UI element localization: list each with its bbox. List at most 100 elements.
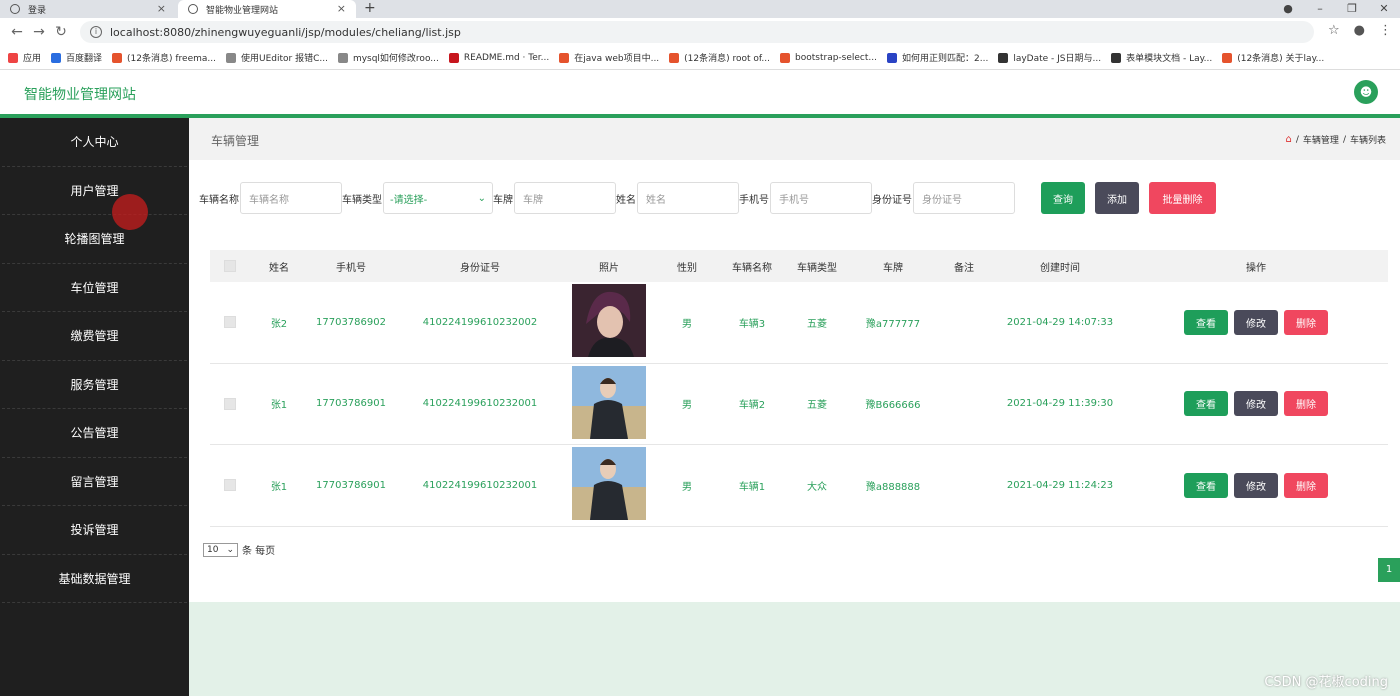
vehicle-name-label: 车辆名称 bbox=[199, 194, 239, 206]
bookmark-item[interactable]: 应用 bbox=[8, 51, 41, 64]
batch-delete-button[interactable]: 批量删除 bbox=[1149, 182, 1216, 214]
bookmark-item[interactable]: README.md · Ter... bbox=[448, 52, 550, 63]
restore-icon[interactable]: ❐ bbox=[1336, 0, 1368, 18]
sidebar-item[interactable]: 留言管理 bbox=[2, 458, 187, 506]
bookmark-item[interactable]: 百度翻译 bbox=[51, 51, 102, 64]
view-button[interactable]: 查看 bbox=[1184, 472, 1228, 498]
window-controls: ● – ❐ ✕ bbox=[1272, 0, 1400, 18]
forward-icon[interactable]: → bbox=[28, 24, 50, 40]
window-close-icon[interactable]: ✕ bbox=[1368, 0, 1400, 18]
new-tab-icon[interactable]: + bbox=[364, 0, 376, 16]
bookmark-item[interactable]: bootstrap-select... bbox=[780, 52, 877, 63]
sidebar-item[interactable]: 服务管理 bbox=[2, 361, 187, 409]
bookmark-label: README.md · Ter... bbox=[463, 52, 550, 63]
vehicle-table: 姓名 手机号 身份证号 照片 性别 车辆名称 车辆类型 车牌 备注 创建时间 操作 张2 177037… bbox=[210, 250, 1388, 527]
view-button[interactable]: 查看 bbox=[1184, 309, 1228, 335]
tab-site[interactable]: 智能物业管理网站 × bbox=[178, 0, 356, 18]
idcard-input[interactable]: 身份证号 bbox=[913, 182, 1015, 214]
table-row: 张1 17703786901 410224199610232001 男 车辆2 五菱 豫B6… bbox=[210, 364, 1388, 445]
sidebar-item[interactable]: 投诉管理 bbox=[2, 506, 187, 555]
sidebar-item[interactable]: 公告管理 bbox=[2, 409, 187, 458]
row-checkbox[interactable] bbox=[224, 479, 236, 492]
bookmark-item[interactable]: 在java web项目中... bbox=[559, 51, 659, 64]
globe-icon bbox=[188, 4, 198, 14]
search-button[interactable]: 查询 bbox=[1041, 182, 1085, 214]
add-button[interactable]: 添加 bbox=[1095, 182, 1139, 214]
vehicle-type-select[interactable]: -请选择- ⌄ bbox=[383, 182, 493, 214]
sidebar-item[interactable]: 车位管理 bbox=[2, 264, 187, 312]
bookmark-icon bbox=[448, 52, 459, 63]
cursor-highlight bbox=[112, 194, 148, 230]
address-bar: ← → ↻ i localhost:8080/zhinengwuyeguanli… bbox=[0, 18, 1400, 46]
user-avatar-icon[interactable]: ☻ bbox=[1354, 80, 1378, 104]
view-button[interactable]: 查看 bbox=[1184, 391, 1228, 417]
edit-button[interactable]: 修改 bbox=[1234, 472, 1278, 498]
bookmark-item[interactable]: layDate - JS日期与... bbox=[998, 51, 1101, 64]
sidebar-item[interactable]: 基础数据管理 bbox=[2, 555, 187, 603]
bookmark-icon bbox=[887, 52, 897, 63]
bookmark-icon bbox=[780, 52, 791, 63]
bookmark-label: mysql如何修改roo... bbox=[352, 54, 439, 64]
bookmark-icon bbox=[559, 52, 570, 63]
url-text: localhost:8080/zhinengwuyeguanli/jsp/mod… bbox=[110, 25, 461, 39]
edit-button[interactable]: 修改 bbox=[1234, 309, 1278, 335]
info-icon[interactable]: i bbox=[90, 26, 102, 38]
tab-label: 智能物业管理网站 bbox=[206, 5, 279, 16]
star-icon[interactable]: ☆ bbox=[1328, 23, 1340, 38]
row-checkbox[interactable] bbox=[224, 316, 236, 329]
home-icon[interactable]: ⌂ bbox=[1286, 134, 1292, 145]
breadcrumb-item[interactable]: 车辆管理 bbox=[1303, 133, 1339, 146]
close-icon[interactable]: × bbox=[157, 2, 166, 15]
person-photo bbox=[572, 365, 646, 439]
sidebar-item[interactable]: 个人中心 bbox=[2, 118, 187, 167]
menu-icon[interactable]: ⋮ bbox=[1379, 23, 1392, 38]
sidebar-item[interactable]: 用户管理 bbox=[2, 167, 187, 215]
column-header: 创建时间 bbox=[1040, 262, 1080, 274]
delete-button[interactable]: 删除 bbox=[1284, 391, 1328, 417]
column-header: 车牌 bbox=[883, 262, 903, 274]
phone-input[interactable]: 手机号 bbox=[770, 182, 872, 214]
bookmark-item[interactable]: 如何用正则匹配：2... bbox=[887, 51, 988, 64]
bookmark-item[interactable]: (12条消息) 关于lay... bbox=[1222, 51, 1324, 64]
account-icon[interactable]: ● bbox=[1354, 23, 1365, 38]
name-input[interactable]: 姓名 bbox=[637, 182, 739, 214]
tab-login[interactable]: 登录 × bbox=[0, 0, 176, 18]
delete-button[interactable]: 删除 bbox=[1284, 309, 1328, 335]
column-header: 手机号 bbox=[336, 262, 366, 274]
bookmark-item[interactable]: 表单模块文档 - Lay... bbox=[1111, 51, 1212, 64]
bookmark-icon bbox=[51, 52, 62, 63]
breadcrumb-item: 车辆列表 bbox=[1349, 136, 1386, 146]
delete-button[interactable]: 删除 bbox=[1284, 472, 1328, 498]
bookmark-item[interactable]: 使用UEditor 报错C... bbox=[225, 51, 328, 64]
bookmark-icon bbox=[669, 52, 680, 63]
minimize-icon[interactable]: – bbox=[1304, 0, 1336, 18]
chevron-down-icon: ⌄ bbox=[477, 192, 486, 204]
cell-created: 2021-04-29 14:07:33 bbox=[1006, 316, 1114, 328]
page-size-select[interactable]: 10 ⌄ bbox=[203, 542, 238, 557]
edit-button[interactable]: 修改 bbox=[1234, 391, 1278, 417]
cell-idcard: 410224199610232002 bbox=[422, 316, 538, 328]
plate-input[interactable]: 车牌 bbox=[514, 182, 616, 214]
back-icon[interactable]: ← bbox=[6, 24, 28, 40]
bookmark-item[interactable]: (12条消息) root of... bbox=[669, 51, 770, 64]
sidebar-item[interactable]: 轮播图管理 bbox=[2, 215, 187, 264]
page-number-current[interactable]: 1 bbox=[1378, 558, 1400, 582]
vehicle-name-input[interactable]: 车辆名称 bbox=[240, 182, 342, 214]
url-field[interactable]: i localhost:8080/zhinengwuyeguanli/jsp/m… bbox=[80, 21, 1314, 43]
profile-dot-icon[interactable]: ● bbox=[1272, 0, 1304, 18]
phone-label: 手机号 bbox=[739, 194, 769, 206]
sidebar-item[interactable]: 缴费管理 bbox=[2, 312, 187, 361]
bookmark-label: (12条消息) 关于lay... bbox=[1237, 54, 1325, 64]
cell-gender: 男 bbox=[682, 481, 692, 493]
column-header: 照片 bbox=[599, 262, 619, 274]
row-select-cell bbox=[210, 316, 250, 329]
reload-icon[interactable]: ↻ bbox=[50, 24, 72, 40]
bookmark-label: 百度翻译 bbox=[66, 54, 103, 64]
cell-idcard: 410224199610232001 bbox=[422, 398, 538, 410]
bookmark-item[interactable]: (12条消息) freema... bbox=[112, 51, 216, 64]
bookmark-item[interactable]: mysql如何修改roo... bbox=[337, 51, 439, 64]
cell-type: 五菱 bbox=[807, 400, 827, 412]
select-all-checkbox[interactable] bbox=[224, 260, 236, 272]
close-icon[interactable]: × bbox=[337, 2, 346, 15]
row-checkbox[interactable] bbox=[224, 397, 236, 410]
